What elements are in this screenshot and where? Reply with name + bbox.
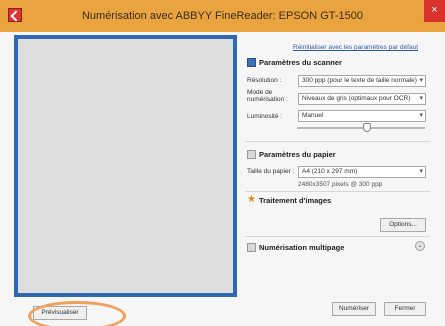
section-divider (245, 191, 430, 192)
paper-size-value: A4 (210 x 297 mm) (302, 168, 358, 175)
resolution-label: Résolution : (247, 77, 282, 84)
brightness-value: Manuel (302, 112, 324, 119)
chevron-down-icon: ▾ (419, 168, 423, 175)
chevron-down-icon: ▾ (419, 112, 423, 119)
multipage-icon (247, 243, 256, 252)
paper-size-select[interactable]: A4 (210 x 297 mm) ▾ (298, 166, 426, 178)
window-title: Numérisation avec ABBYY FineReader: EPSO… (81, 10, 364, 22)
paper-icon (247, 150, 256, 159)
brightness-label: Luminosité : (247, 113, 283, 120)
paper-size-label: Taille du papier : (247, 168, 295, 175)
paper-pixel-info: 2480x3507 pixels @ 300 ppp (298, 181, 383, 188)
scan-button[interactable]: Numériser (332, 302, 376, 316)
scan-mode-value: Niveaux de gris (optimaux pour OCR) (302, 95, 411, 102)
scan-mode-select[interactable]: Niveaux de gris (optimaux pour OCR) ▾ (298, 93, 426, 105)
star-icon: ★ (247, 194, 256, 205)
scan-dialog-window: Numérisation avec ABBYY FineReader: EPSO… (0, 0, 445, 326)
resolution-value: 300 ppp (pour le texte de taille normale… (302, 77, 417, 84)
section-divider (245, 141, 430, 142)
close-window-button[interactable]: × (424, 0, 445, 22)
scanner-icon (247, 58, 256, 67)
scanner-settings-title: Paramètres du scanner (259, 58, 342, 67)
close-button[interactable]: Fermer (384, 302, 426, 316)
image-processing-title: Traitement d'images (259, 196, 332, 205)
resolution-select[interactable]: 300 ppp (pour le texte de taille normale… (298, 75, 426, 87)
multipage-scan-title[interactable]: Numérisation multipage (259, 243, 344, 252)
highlight-circle-annotation (28, 301, 126, 326)
brightness-select[interactable]: Manuel ▾ (298, 110, 426, 122)
brightness-slider-track[interactable] (297, 127, 425, 129)
chevron-down-icon: ▾ (419, 77, 423, 84)
paper-settings-title: Paramètres du papier (259, 150, 336, 159)
preview-area[interactable] (14, 35, 237, 297)
reset-defaults-link[interactable]: Réinitialiser avec les paramètres par dé… (293, 44, 418, 51)
brightness-slider-thumb[interactable] (363, 123, 372, 132)
section-divider (245, 236, 430, 237)
chevron-down-icon: ▾ (419, 95, 423, 102)
chevron-down-icon[interactable]: ⌄ (415, 241, 425, 251)
options-button[interactable]: Options... (380, 218, 426, 232)
scan-mode-label-line2: numérisation : (247, 96, 288, 103)
